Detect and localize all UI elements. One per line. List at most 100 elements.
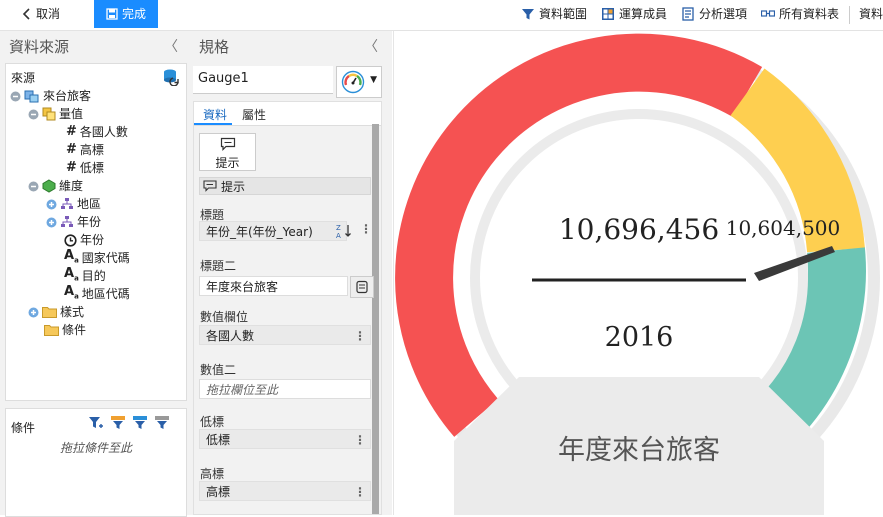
cube-database-icon <box>24 89 40 103</box>
tree-year-hier-label: 年份 <box>77 215 102 229</box>
high-field-value: 高標 <box>206 485 231 499</box>
subtitle-field[interactable]: 年度來台旅客 <box>199 276 348 296</box>
add-filter-icon[interactable] <box>88 415 104 431</box>
expand-icon[interactable] <box>28 307 39 318</box>
value-field[interactable]: 各國人數 ⋮ <box>199 325 371 345</box>
tree-root-label: 來台旅客 <box>43 89 92 103</box>
data-source-header: 資料來源 〈 <box>0 31 190 63</box>
chevron-left-icon <box>22 8 32 20</box>
measures-icon <box>42 107 56 121</box>
tree-node-condition[interactable]: 條件 <box>44 321 86 339</box>
hint-button[interactable]: 提示 <box>199 133 256 171</box>
toolbar-divider <box>849 6 850 24</box>
chart-name-input[interactable]: Gauge1 <box>193 66 333 94</box>
tree-node-year-hierarchy[interactable]: 年份 <box>46 213 101 231</box>
data-source-panel: 資料來源 〈 來源 來台旅客 量值 # 各國人數 # 高標 # 低標 維度 地區… <box>0 31 190 517</box>
subtitle-script-button[interactable] <box>350 276 374 298</box>
gauge-pointer-text: 10,604,500 <box>726 216 841 240</box>
filter-orange-icon[interactable] <box>110 415 126 431</box>
collapse-icon[interactable] <box>10 91 21 102</box>
hint-button-label: 提示 <box>215 156 240 170</box>
tree-node-measure-1[interactable]: # 各國人數 <box>66 123 128 141</box>
tab-data[interactable]: 資料 <box>203 106 227 123</box>
filter-blue-icon[interactable] <box>132 415 148 431</box>
hint-row-label: 提示 <box>221 179 246 194</box>
gauge-value-text: 10,696,456 <box>559 213 719 246</box>
spec-tabs: 資料 屬性 <box>194 102 381 126</box>
script-icon <box>355 280 369 294</box>
tree-year-label: 年份 <box>80 233 105 247</box>
tree-node-measure-3[interactable]: # 低標 <box>66 159 104 177</box>
low-field[interactable]: 低標 ⋮ <box>199 429 371 449</box>
tree-measures-label: 量值 <box>59 107 84 121</box>
tree-node-style[interactable]: 樣式 <box>28 303 84 321</box>
expand-icon[interactable] <box>46 199 57 210</box>
high-field-menu-icon[interactable]: ⋮ <box>354 482 366 502</box>
condition-placeholder: 拖拉條件至此 <box>60 441 133 455</box>
text-field-icon: Aa <box>64 283 79 301</box>
tree-node-dimensions[interactable]: 維度 <box>28 177 83 195</box>
gauge-caption: 年度來台旅客 <box>558 435 720 466</box>
tree-country-code-label: 國家代碼 <box>81 251 130 265</box>
data-menu-label: 資料 <box>859 7 883 21</box>
document-list-icon <box>681 7 695 21</box>
tree-node-region[interactable]: 地區 <box>46 195 101 213</box>
calc-member-button[interactable]: 運算成員 <box>601 0 667 28</box>
gauge-chart-icon <box>341 70 365 94</box>
tree-region-label: 地區 <box>77 197 102 211</box>
value2-field[interactable]: 拖拉欄位至此 <box>199 379 371 399</box>
tree-node-measure-2[interactable]: # 高標 <box>66 141 104 159</box>
tree-node-root[interactable]: 來台旅客 <box>10 87 91 105</box>
value-field-value: 各國人數 <box>206 329 255 343</box>
low-field-label: 低標 <box>200 415 225 429</box>
condition-panel[interactable]: 條件 拖拉條件至此 <box>5 408 187 517</box>
dropdown-caret-icon: ▼ <box>370 75 377 85</box>
database-refresh-icon[interactable] <box>162 68 180 86</box>
value-field-menu-icon[interactable]: ⋮ <box>354 326 366 346</box>
title-field[interactable]: 年份_年(年份_Year) <box>199 221 347 241</box>
comment-icon <box>200 137 255 154</box>
collapse-spec-icon[interactable]: 〈 <box>364 31 378 63</box>
cancel-button[interactable]: 取消 <box>22 0 60 28</box>
tree-node-measures[interactable]: 量值 <box>28 105 83 123</box>
hint-row[interactable]: 提示 <box>199 177 371 195</box>
spec-header: 規格 〈 <box>190 31 392 63</box>
spec-panel: 規格 〈 Gauge1 ▼ 資料 屬性 提示 提示 標題 年份_年(年份_Yea… <box>190 31 392 515</box>
filter-icon <box>521 7 535 21</box>
source-label-row: 來源 <box>11 69 35 87</box>
analysis-options-button[interactable]: 分析選項 <box>681 0 747 28</box>
tab-properties[interactable]: 屬性 <box>242 106 266 123</box>
tree-style-label: 樣式 <box>60 305 85 319</box>
collapse-icon[interactable] <box>28 109 39 120</box>
collapse-icon[interactable] <box>28 181 39 192</box>
hash-icon: # <box>66 124 77 139</box>
title-field-value: 年份_年(年份_Year) <box>206 225 313 239</box>
done-button[interactable]: 完成 <box>94 0 159 28</box>
chart-name-value: Gauge1 <box>198 71 249 86</box>
chart-type-select[interactable]: ▼ <box>336 66 382 98</box>
measure-label: 高標 <box>79 143 104 157</box>
dimensions-icon <box>42 179 56 193</box>
sort-az-icon[interactable]: ZA <box>336 223 352 239</box>
table-link-icon <box>761 8 775 20</box>
tree-node-region-code[interactable]: Aa 地區代碼 <box>64 283 130 303</box>
top-toolbar: 取消 完成 資料範圍 運算成員 分析選項 所有資料表 資料 <box>0 0 883 31</box>
high-field[interactable]: 高標 ⋮ <box>199 481 371 501</box>
source-label: 來源 <box>11 71 36 85</box>
spec-scrollbar[interactable] <box>372 124 379 514</box>
calculator-icon <box>601 7 615 21</box>
done-label: 完成 <box>122 7 147 21</box>
all-data-tables-button[interactable]: 所有資料表 <box>761 0 839 28</box>
tree-region-code-label: 地區代碼 <box>81 287 130 301</box>
collapse-left-icon[interactable]: 〈 <box>164 31 178 63</box>
data-source-title: 資料來源 <box>9 38 70 56</box>
hierarchy-icon <box>60 215 74 229</box>
data-range-button[interactable]: 資料範圍 <box>521 0 587 28</box>
title-field-menu-icon[interactable]: ⋮ <box>360 222 372 236</box>
low-field-menu-icon[interactable]: ⋮ <box>354 430 366 450</box>
data-menu-button[interactable]: 資料 <box>859 0 883 28</box>
expand-icon[interactable] <box>46 217 57 228</box>
condition-panel-label: 條件 <box>11 421 36 435</box>
measure-label: 各國人數 <box>79 125 128 139</box>
filter-gray-icon[interactable] <box>154 415 170 431</box>
